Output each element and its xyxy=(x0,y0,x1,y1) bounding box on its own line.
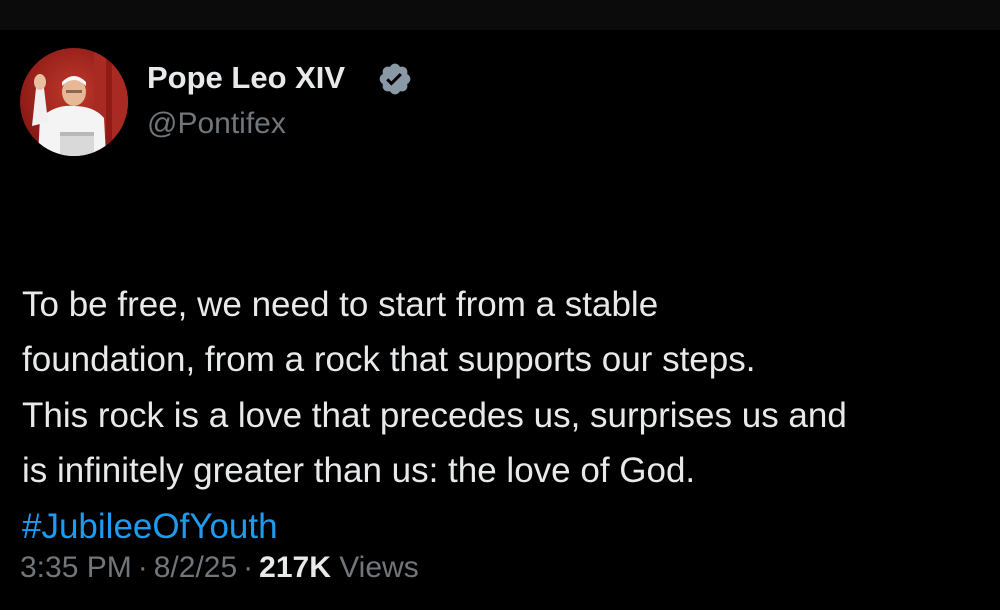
top-strip xyxy=(0,0,1000,30)
tweet-time[interactable]: 3:35 PM xyxy=(20,551,132,584)
hashtag-link[interactable]: #JubileeOfYouth xyxy=(22,499,992,555)
tweet-meta: 3:35 PM · 8/2/25 · 217K Views xyxy=(20,548,419,588)
author-avatar[interactable] xyxy=(20,48,128,156)
author-name[interactable]: Pope Leo XIV xyxy=(147,58,345,98)
tweet-body: To be free, we need to start from a stab… xyxy=(22,284,847,491)
verified-badge-icon xyxy=(379,63,411,95)
partial-icon xyxy=(838,0,852,6)
tweet: Pope Leo XIV @Pontifex To be free, we ne… xyxy=(0,30,1000,602)
views-label: Views xyxy=(330,551,419,584)
author-handle[interactable]: @Pontifex xyxy=(147,104,286,144)
views-count: 217K xyxy=(259,551,331,584)
meta-separator: · xyxy=(243,551,254,584)
avatar-photo xyxy=(20,48,128,156)
tweet-date[interactable]: 8/2/25 xyxy=(154,551,237,584)
meta-separator: · xyxy=(137,551,148,584)
